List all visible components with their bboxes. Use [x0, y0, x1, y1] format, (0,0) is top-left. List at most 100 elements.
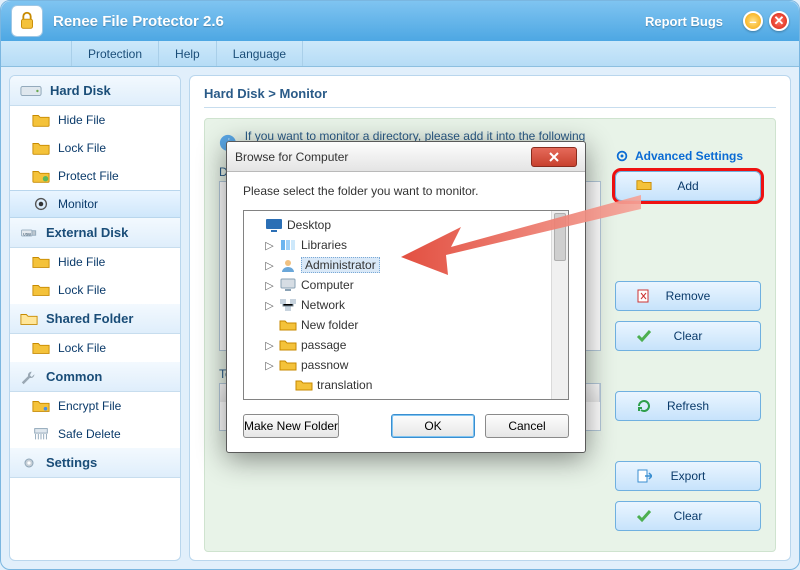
expand-icon[interactable]: ▷: [264, 260, 275, 271]
sidebar: Hard Disk Hide File Lock File Protect Fi…: [9, 75, 181, 561]
tree-item-newfolder[interactable]: New folder: [246, 315, 566, 335]
sidebar-item-label: Monitor: [58, 197, 98, 211]
monitor-icon: [32, 196, 50, 212]
shared-folder-icon: [20, 311, 38, 327]
scrollbar-thumb[interactable]: [554, 213, 566, 261]
refresh-icon: [636, 398, 652, 414]
advanced-settings-link[interactable]: Advanced Settings: [615, 149, 761, 163]
cancel-button[interactable]: Cancel: [485, 414, 569, 438]
button-label: Export: [671, 469, 706, 483]
close-button[interactable]: ✕: [769, 11, 789, 31]
expand-icon[interactable]: ▷: [264, 340, 275, 351]
sidebar-item-label: Lock File: [58, 283, 106, 297]
sidebar-item-label: Lock File: [58, 141, 106, 155]
dialog-message: Please select the folder you want to mon…: [243, 184, 569, 198]
folder-key-icon: [32, 398, 50, 414]
tree-label: passnow: [301, 358, 348, 372]
sidebar-header-label: Shared Folder: [46, 311, 133, 326]
app-title: Renee File Protector 2.6: [53, 13, 645, 30]
tree-item-libraries[interactable]: ▷ Libraries: [246, 235, 566, 255]
folder-icon: [32, 112, 50, 128]
expand-icon[interactable]: ▷: [264, 300, 275, 311]
sidebar-item-label: Lock File: [58, 341, 106, 355]
tree-label: New folder: [301, 318, 358, 332]
button-label: Remove: [666, 289, 711, 303]
folder-lock-icon: [32, 282, 50, 298]
sidebar-header-label: Hard Disk: [50, 83, 111, 98]
dialog-close-button[interactable]: [531, 147, 577, 167]
add-button[interactable]: Add: [615, 171, 761, 201]
sidebar-item-monitor[interactable]: Monitor: [10, 190, 180, 218]
button-label: Clear: [674, 329, 703, 343]
close-icon: [548, 151, 560, 163]
check-icon: [636, 508, 652, 524]
expand-icon[interactable]: [280, 380, 291, 391]
tree-item-network[interactable]: ▷ Network: [246, 295, 566, 315]
folder-icon: [295, 377, 313, 393]
tree-item-desktop[interactable]: Desktop: [246, 215, 566, 235]
usb-icon: USB: [20, 225, 38, 241]
expand-icon[interactable]: [264, 320, 275, 331]
dialog-titlebar[interactable]: Browse for Computer: [227, 142, 585, 172]
folder-lock-icon: [32, 340, 50, 356]
network-icon: [279, 297, 297, 313]
dialog-title: Browse for Computer: [235, 150, 348, 164]
folder-tree[interactable]: Desktop ▷ Libraries ▷ Administrator ▷ Co…: [243, 210, 569, 400]
sidebar-item-ext-lock-file[interactable]: Lock File: [10, 276, 180, 304]
sidebar-item-protect-file[interactable]: Protect File: [10, 162, 180, 190]
tree-label: Administrator: [301, 257, 380, 273]
tree-item-administrator[interactable]: ▷ Administrator: [246, 255, 566, 275]
export-button[interactable]: Export: [615, 461, 761, 491]
breadcrumb: Hard Disk > Monitor: [204, 86, 776, 108]
sidebar-header-shared[interactable]: Shared Folder: [10, 304, 180, 334]
tree-item-passage[interactable]: ▷ passage: [246, 335, 566, 355]
gear-icon: [20, 455, 38, 471]
wrench-icon: [20, 369, 38, 385]
menu-help[interactable]: Help: [159, 41, 217, 66]
tree-item-passnow[interactable]: ▷ passnow: [246, 355, 566, 375]
button-label: Refresh: [667, 399, 709, 413]
sidebar-item-safe-delete[interactable]: Safe Delete: [10, 420, 180, 448]
menu-language[interactable]: Language: [217, 41, 303, 66]
remove-icon: [636, 288, 652, 304]
sidebar-header-label: External Disk: [46, 225, 128, 240]
sidebar-header-settings[interactable]: Settings: [10, 448, 180, 478]
sidebar-header-common[interactable]: Common: [10, 362, 180, 392]
libraries-icon: [279, 237, 297, 253]
sidebar-item-sf-lock-file[interactable]: Lock File: [10, 334, 180, 362]
minimize-button[interactable]: –: [743, 11, 763, 31]
expand-icon[interactable]: ▷: [264, 240, 275, 251]
clear-log-button[interactable]: Clear: [615, 501, 761, 531]
expand-icon[interactable]: [250, 220, 261, 231]
clear-button[interactable]: Clear: [615, 321, 761, 351]
sidebar-header-label: Settings: [46, 455, 97, 470]
refresh-button[interactable]: Refresh: [615, 391, 761, 421]
sidebar-item-label: Protect File: [58, 169, 119, 183]
report-bugs-link[interactable]: Report Bugs: [645, 14, 723, 29]
sidebar-item-hide-file[interactable]: Hide File: [10, 106, 180, 134]
tree-label: Desktop: [287, 218, 331, 232]
make-new-folder-button[interactable]: Make New Folder: [243, 414, 339, 438]
tree-label: translation: [317, 378, 372, 392]
tree-item-translation[interactable]: translation: [246, 375, 566, 395]
svg-text:USB: USB: [23, 232, 31, 236]
sidebar-header-harddisk[interactable]: Hard Disk: [10, 76, 180, 106]
sidebar-header-external[interactable]: USB External Disk: [10, 218, 180, 248]
sidebar-item-ext-hide-file[interactable]: Hide File: [10, 248, 180, 276]
sidebar-item-encrypt-file[interactable]: Encrypt File: [10, 392, 180, 420]
expand-icon[interactable]: ▷: [264, 360, 275, 371]
sidebar-item-label: Hide File: [58, 113, 105, 127]
sidebar-item-lock-file[interactable]: Lock File: [10, 134, 180, 162]
ok-button[interactable]: OK: [391, 414, 475, 438]
expand-icon[interactable]: ▷: [264, 280, 275, 291]
remove-button[interactable]: Remove: [615, 281, 761, 311]
folder-shield-icon: [32, 168, 50, 184]
browse-dialog: Browse for Computer Please select the fo…: [226, 141, 586, 453]
desktop-icon: [265, 217, 283, 233]
tree-item-computer[interactable]: ▷ Computer: [246, 275, 566, 295]
button-label: Add: [677, 179, 698, 193]
scrollbar[interactable]: [551, 211, 568, 399]
menu-protection[interactable]: Protection: [71, 41, 159, 66]
folder-icon: [279, 357, 297, 373]
monitor-right: Advanced Settings Add Remove Clear: [601, 129, 761, 541]
